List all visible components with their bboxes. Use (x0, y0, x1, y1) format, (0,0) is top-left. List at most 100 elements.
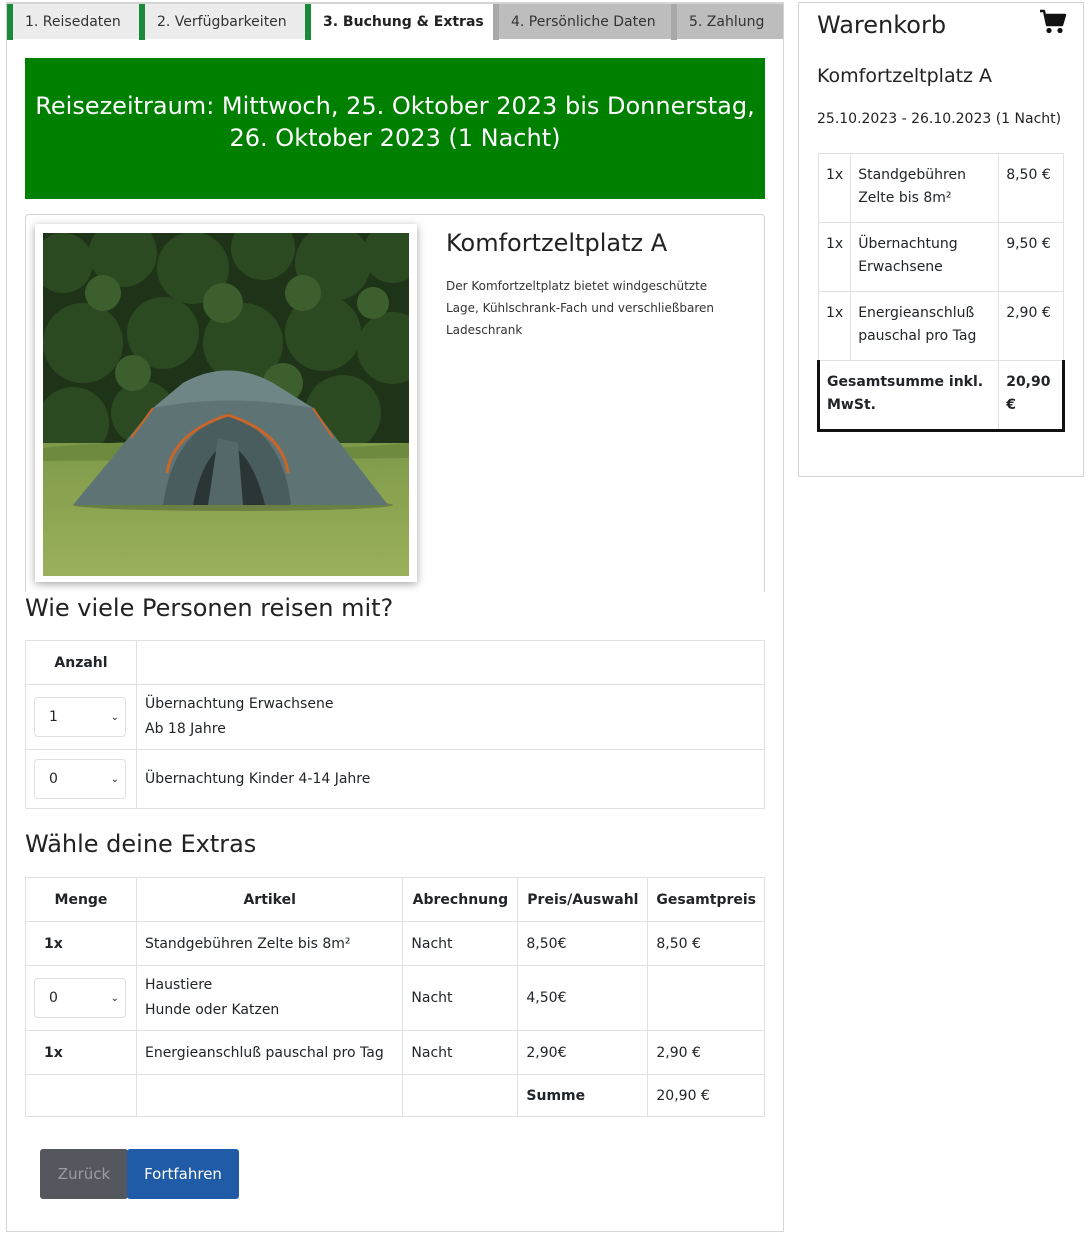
table-row: 1x Energieanschluß pauschal pro Tag Nach… (25, 1030, 765, 1075)
select-value: 0 (49, 771, 58, 787)
item-cell: Haustiere Hunde oder Katzen (135, 965, 404, 1031)
step-label: 4. Persönliche Daten (511, 13, 656, 30)
chevron-down-icon: ⌄ (110, 992, 119, 1004)
cart-dates: 25.10.2023 - 26.10.2023 (1 Nacht) (817, 111, 1062, 127)
item-sublabel: Hunde oder Katzen (144, 1002, 280, 1018)
count-cell: 0 ⌄ (25, 749, 137, 809)
item-label: Haustiere (144, 977, 213, 993)
sum-row: Summe 20,90 € (25, 1074, 765, 1117)
tent-photo (43, 233, 409, 576)
cart-title: Warenkorb (817, 11, 947, 39)
column-header-menge: Menge (25, 877, 137, 922)
column-header-preis: Preis/Auswahl (517, 877, 649, 922)
person-type-label: Übernachtung Kinder 4-14 Jahre (145, 771, 371, 787)
continue-button[interactable]: Fortfahren (127, 1149, 239, 1199)
chevron-down-icon: ⌄ (110, 711, 119, 723)
product-title: Komfortzeltplatz A (446, 229, 668, 257)
cart-total-row: Gesamtsumme inkl. MwSt. 20,90 € (816, 360, 1065, 432)
cart-qty: 1x (817, 291, 852, 361)
adults-count-select[interactable]: 1 ⌄ (34, 697, 126, 737)
billing-cell: Nacht (402, 1030, 519, 1075)
step-persoenliche-daten[interactable]: 4. Persönliche Daten (493, 3, 671, 40)
cart-total-label: Gesamtsumme inkl. MwSt. (816, 360, 1000, 432)
total-cell (647, 965, 765, 1031)
cart-price: 2,90 € (998, 291, 1064, 361)
table-row: 1x Energieanschluß pauschal pro Tag 2,90… (817, 291, 1064, 361)
banner-line-2: 26. Oktober 2023 (1 Nacht) (229, 124, 561, 152)
table-row: 1x Standgebühren Zelte bis 8m² Nacht 8,5… (25, 921, 765, 966)
step-label: 5. Zahlung (689, 13, 765, 30)
empty-cell (402, 1074, 519, 1117)
step-buchung-extras[interactable]: 3. Buchung & Extras (305, 3, 493, 40)
table-row: 1x Standgebühren Zelte bis 8m² 8,50 € (817, 153, 1064, 223)
step-indicator (305, 4, 311, 40)
step-reisedaten[interactable]: 1. Reisedaten (7, 3, 139, 40)
product-photo-frame (35, 224, 417, 582)
pets-count-select[interactable]: 0 ⌄ (34, 978, 126, 1018)
cart-qty: 1x (817, 222, 852, 292)
price-cell: 4,50€ (517, 965, 649, 1031)
billing-cell: Nacht (402, 965, 519, 1031)
step-navigation: 1. Reisedaten 2. Verfügbarkeiten 3. Buch… (7, 3, 783, 40)
sum-value: 20,90 € (647, 1074, 765, 1117)
table-row: 0 ⌄ Haustiere Hunde oder Katzen Nacht 4,… (25, 965, 765, 1031)
step-indicator (671, 4, 677, 40)
cart-price: 9,50 € (998, 222, 1064, 292)
person-type-sublabel: Ab 18 Jahre (145, 721, 226, 737)
column-header-artikel: Artikel (135, 877, 404, 922)
step-label: 3. Buchung & Extras (323, 13, 484, 30)
cart-item-title: Komfortzeltplatz A (817, 65, 993, 87)
shopping-cart-icon[interactable] (1039, 9, 1067, 35)
label-cell: Übernachtung Kinder 4-14 Jahre (136, 749, 765, 809)
persons-table: Anzahl 1 ⌄ Übernachtung Erwachsene Ab 18… (25, 640, 765, 809)
banner-line-1: Reisezeitraum: Mittwoch, 25. Oktober 202… (35, 92, 755, 120)
travel-period-banner: Reisezeitraum: Mittwoch, 25. Oktober 202… (25, 58, 765, 199)
qty-cell: 0 ⌄ (25, 965, 137, 1031)
product-card: Komfortzeltplatz A Der Komfortzeltplatz … (25, 214, 765, 592)
step-verfuegbarkeiten[interactable]: 2. Verfügbarkeiten (139, 3, 305, 40)
cart-qty: 1x (817, 153, 852, 223)
back-button[interactable]: Zurück (40, 1149, 128, 1199)
count-cell: 1 ⌄ (25, 684, 137, 750)
cart-label: Standgebühren Zelte bis 8m² (850, 153, 1000, 223)
total-cell: 8,50 € (647, 921, 765, 966)
cart-price: 8,50 € (998, 153, 1064, 223)
qty-cell: 1x (25, 1030, 137, 1075)
chevron-down-icon: ⌄ (110, 773, 119, 785)
step-indicator (7, 4, 13, 40)
table-row: 0 ⌄ Übernachtung Kinder 4-14 Jahre (25, 749, 765, 809)
children-count-select[interactable]: 0 ⌄ (34, 759, 126, 799)
billing-cell: Nacht (402, 921, 519, 966)
total-cell: 2,90 € (647, 1030, 765, 1075)
booking-panel: 1. Reisedaten 2. Verfügbarkeiten 3. Buch… (6, 2, 784, 1232)
cart-label: Energieanschluß pauschal pro Tag (850, 291, 1000, 361)
product-description: Der Komfortzeltplatz bietet windgeschütz… (446, 279, 715, 337)
sum-label: Summe (517, 1074, 649, 1117)
persons-section-title: Wie viele Personen reisen mit? (25, 594, 394, 622)
item-cell: Standgebühren Zelte bis 8m² (135, 921, 404, 966)
table-row: 1 ⌄ Übernachtung Erwachsene Ab 18 Jahre (25, 684, 765, 750)
extras-table: Menge Artikel Abrechnung Preis/Auswahl G… (25, 877, 765, 1117)
step-label: 2. Verfügbarkeiten (157, 13, 287, 30)
empty-cell (135, 1074, 404, 1117)
label-cell: Übernachtung Erwachsene Ab 18 Jahre (136, 684, 765, 750)
price-cell: 2,90€ (517, 1030, 649, 1075)
column-header-empty (136, 640, 765, 685)
cart-table: 1x Standgebühren Zelte bis 8m² 8,50 € 1x… (816, 153, 1065, 432)
extras-table-header: Menge Artikel Abrechnung Preis/Auswahl G… (25, 877, 765, 922)
empty-cell (25, 1074, 137, 1117)
step-indicator (493, 4, 499, 40)
price-cell: 8,50€ (517, 921, 649, 966)
column-header-anzahl: Anzahl (25, 640, 137, 685)
table-row: 1x Übernachtung Erwachsene 9,50 € (817, 222, 1064, 292)
qty-cell: 1x (25, 921, 137, 966)
person-type-label: Übernachtung Erwachsene (145, 696, 334, 712)
select-value: 0 (49, 990, 58, 1006)
column-header-gesamtpreis: Gesamtpreis (647, 877, 765, 922)
cart-label: Übernachtung Erwachsene (850, 222, 1000, 292)
step-label: 1. Reisedaten (25, 13, 121, 30)
shopping-cart-panel: Warenkorb Komfortzeltplatz A 25.10.2023 … (798, 2, 1084, 477)
step-indicator (139, 4, 145, 40)
extras-section-title: Wähle deine Extras (25, 830, 257, 858)
step-zahlung[interactable]: 5. Zahlung (671, 3, 783, 40)
